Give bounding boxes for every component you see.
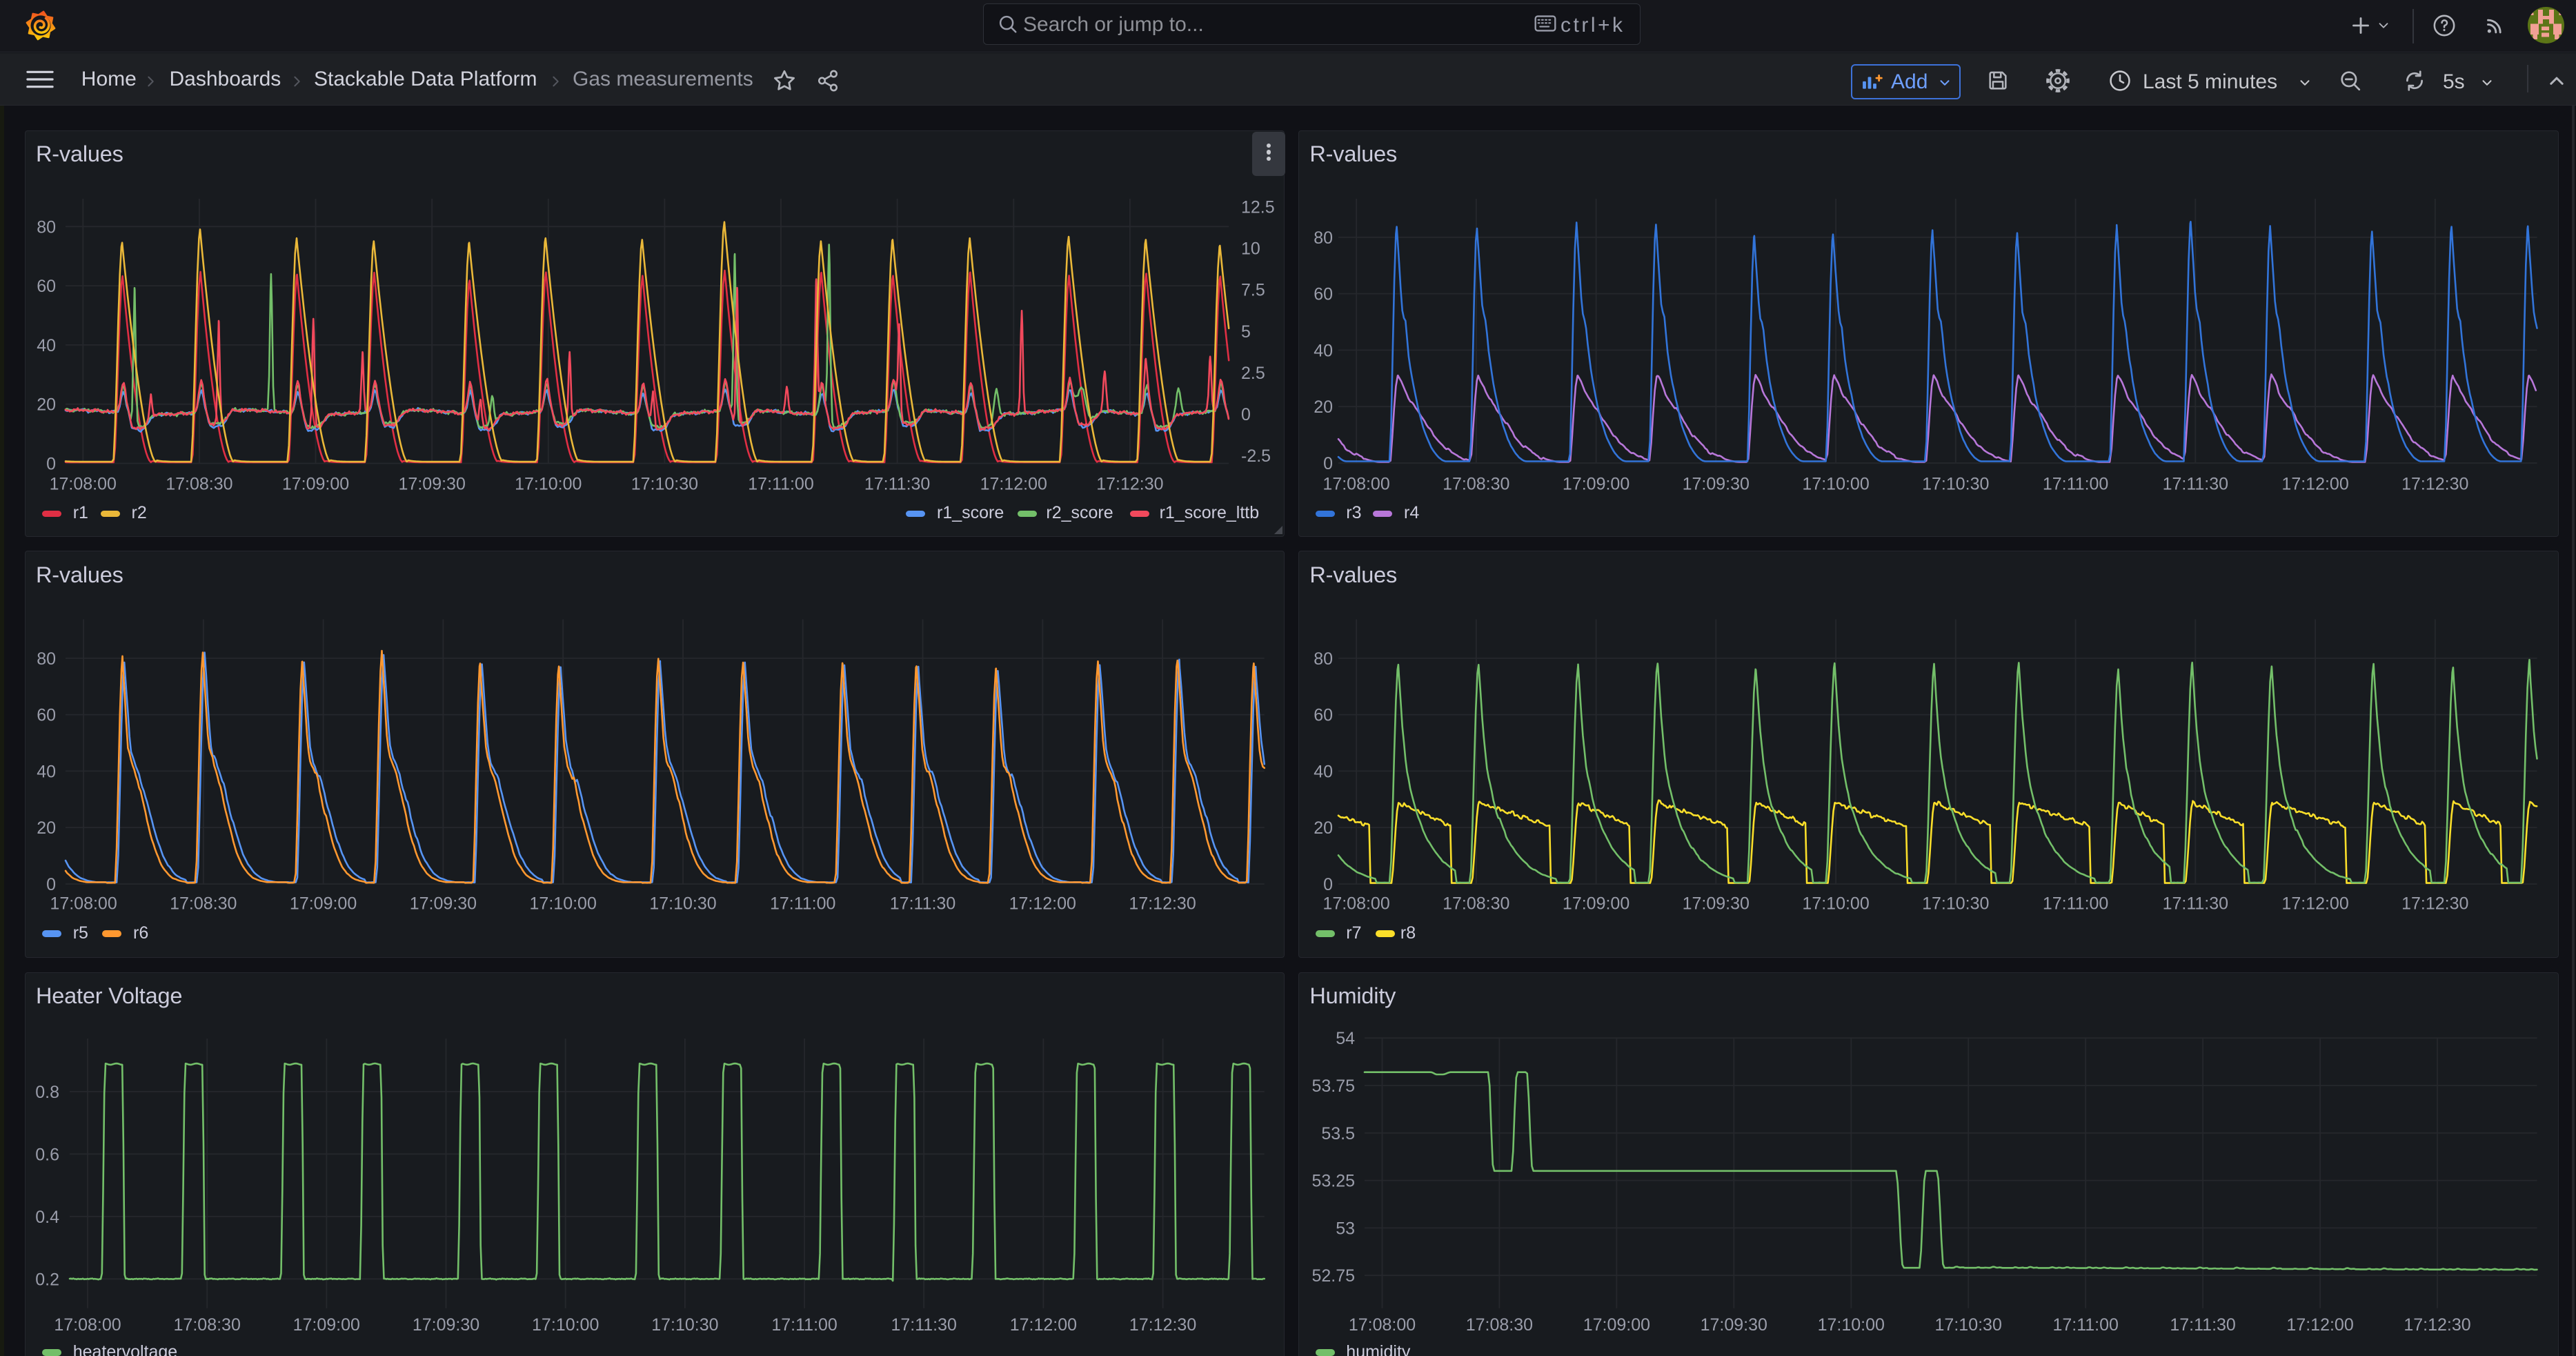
svg-text:17:10:30: 17:10:30	[631, 474, 698, 493]
svg-text:17:08:00: 17:08:00	[1322, 894, 1389, 914]
svg-text:60: 60	[1314, 706, 1333, 725]
svg-text:17:08:30: 17:08:30	[170, 894, 237, 914]
svg-text:17:08:30: 17:08:30	[1466, 1315, 1533, 1335]
svg-text:17:09:00: 17:09:00	[293, 1315, 360, 1335]
svg-text:0: 0	[1323, 875, 1333, 894]
svg-text:0: 0	[46, 455, 56, 474]
svg-text:17:09:30: 17:09:30	[1683, 474, 1750, 493]
svg-text:17:08:30: 17:08:30	[1443, 894, 1509, 914]
svg-text:60: 60	[37, 706, 56, 725]
svg-text:17:08:30: 17:08:30	[166, 474, 232, 493]
svg-text:17:09:30: 17:09:30	[1683, 894, 1750, 914]
svg-text:17:10:30: 17:10:30	[649, 894, 716, 914]
svg-text:2.5: 2.5	[1241, 364, 1265, 383]
svg-text:17:11:30: 17:11:30	[2163, 894, 2228, 914]
svg-text:17:12:00: 17:12:00	[2281, 474, 2348, 493]
svg-text:17:10:00: 17:10:00	[515, 474, 582, 493]
svg-text:17:09:30: 17:09:30	[413, 1315, 479, 1335]
svg-text:0.4: 0.4	[35, 1208, 59, 1227]
svg-text:17:09:30: 17:09:30	[399, 474, 466, 493]
svg-text:17:12:30: 17:12:30	[1129, 894, 1196, 914]
svg-text:80: 80	[1314, 649, 1333, 669]
svg-text:40: 40	[1314, 762, 1333, 781]
svg-text:53.25: 53.25	[1311, 1172, 1355, 1191]
svg-text:60: 60	[1314, 285, 1333, 304]
svg-text:20: 20	[1314, 397, 1333, 417]
svg-text:20: 20	[37, 395, 56, 415]
svg-text:17:09:00: 17:09:00	[1563, 894, 1629, 914]
svg-text:17:08:00: 17:08:00	[54, 1315, 121, 1335]
svg-text:0.8: 0.8	[35, 1083, 59, 1102]
svg-text:17:12:30: 17:12:30	[2401, 894, 2468, 914]
svg-text:53.5: 53.5	[1321, 1124, 1355, 1143]
svg-text:10: 10	[1241, 239, 1260, 259]
svg-text:17:08:00: 17:08:00	[1322, 474, 1389, 493]
svg-text:-2.5: -2.5	[1241, 446, 1271, 466]
svg-text:17:11:00: 17:11:00	[748, 474, 813, 493]
svg-text:17:11:30: 17:11:30	[890, 894, 955, 914]
svg-text:17:09:00: 17:09:00	[1563, 474, 1629, 493]
svg-text:17:12:30: 17:12:30	[1096, 474, 1163, 493]
svg-text:17:08:00: 17:08:00	[1349, 1315, 1416, 1335]
svg-text:80: 80	[37, 217, 56, 237]
svg-text:17:12:00: 17:12:00	[2286, 1315, 2353, 1335]
svg-text:52.75: 52.75	[1311, 1266, 1355, 1286]
svg-text:17:10:00: 17:10:00	[530, 894, 597, 914]
svg-text:12.5: 12.5	[1241, 198, 1275, 217]
svg-text:20: 20	[37, 818, 56, 838]
svg-text:17:10:00: 17:10:00	[1802, 894, 1869, 914]
svg-text:80: 80	[1314, 228, 1333, 248]
svg-text:17:10:00: 17:10:00	[1802, 474, 1869, 493]
svg-text:17:10:00: 17:10:00	[532, 1315, 599, 1335]
svg-text:17:10:30: 17:10:30	[1922, 474, 1989, 493]
svg-text:17:08:30: 17:08:30	[1443, 474, 1509, 493]
svg-text:0.2: 0.2	[35, 1270, 59, 1289]
svg-text:17:11:00: 17:11:00	[771, 1315, 837, 1335]
svg-text:40: 40	[37, 336, 56, 355]
svg-text:17:12:00: 17:12:00	[1009, 894, 1076, 914]
svg-text:17:11:30: 17:11:30	[2163, 474, 2228, 493]
svg-text:17:12:00: 17:12:00	[1010, 1315, 1077, 1335]
svg-text:0: 0	[1241, 405, 1251, 424]
svg-text:17:11:00: 17:11:00	[770, 894, 835, 914]
svg-text:0: 0	[1323, 454, 1333, 473]
svg-text:7.5: 7.5	[1241, 281, 1265, 300]
svg-text:17:11:00: 17:11:00	[2043, 474, 2108, 493]
svg-text:17:10:30: 17:10:30	[1922, 894, 1989, 914]
svg-text:17:11:30: 17:11:30	[864, 474, 930, 493]
svg-text:53.75: 53.75	[1311, 1077, 1355, 1096]
svg-text:17:08:00: 17:08:00	[50, 474, 117, 493]
svg-text:80: 80	[37, 649, 56, 669]
svg-text:17:08:30: 17:08:30	[174, 1315, 241, 1335]
svg-text:17:11:30: 17:11:30	[891, 1315, 956, 1335]
svg-text:5: 5	[1241, 322, 1251, 342]
svg-text:17:12:00: 17:12:00	[2281, 894, 2348, 914]
svg-text:17:11:30: 17:11:30	[2170, 1315, 2235, 1335]
svg-text:17:09:00: 17:09:00	[282, 474, 349, 493]
svg-text:17:09:00: 17:09:00	[1583, 1315, 1650, 1335]
svg-text:17:10:30: 17:10:30	[1935, 1315, 2002, 1335]
svg-text:17:12:00: 17:12:00	[980, 474, 1047, 493]
svg-text:40: 40	[37, 762, 56, 781]
svg-text:17:10:30: 17:10:30	[651, 1315, 718, 1335]
svg-text:54: 54	[1336, 1029, 1355, 1048]
svg-text:0.6: 0.6	[35, 1145, 59, 1164]
svg-text:17:11:00: 17:11:00	[2052, 1315, 2118, 1335]
svg-text:20: 20	[1314, 818, 1333, 838]
svg-text:17:12:30: 17:12:30	[2401, 474, 2468, 493]
svg-text:60: 60	[37, 277, 56, 296]
svg-text:17:08:00: 17:08:00	[50, 894, 117, 914]
svg-text:0: 0	[46, 875, 56, 894]
svg-text:17:11:00: 17:11:00	[2043, 894, 2108, 914]
svg-text:17:09:00: 17:09:00	[290, 894, 357, 914]
svg-text:17:12:30: 17:12:30	[1129, 1315, 1196, 1335]
svg-text:40: 40	[1314, 341, 1333, 360]
svg-text:53: 53	[1336, 1219, 1355, 1238]
svg-text:17:10:00: 17:10:00	[1818, 1315, 1885, 1335]
svg-text:17:12:30: 17:12:30	[2404, 1315, 2470, 1335]
svg-text:17:09:30: 17:09:30	[410, 894, 477, 914]
svg-text:17:09:30: 17:09:30	[1701, 1315, 1767, 1335]
